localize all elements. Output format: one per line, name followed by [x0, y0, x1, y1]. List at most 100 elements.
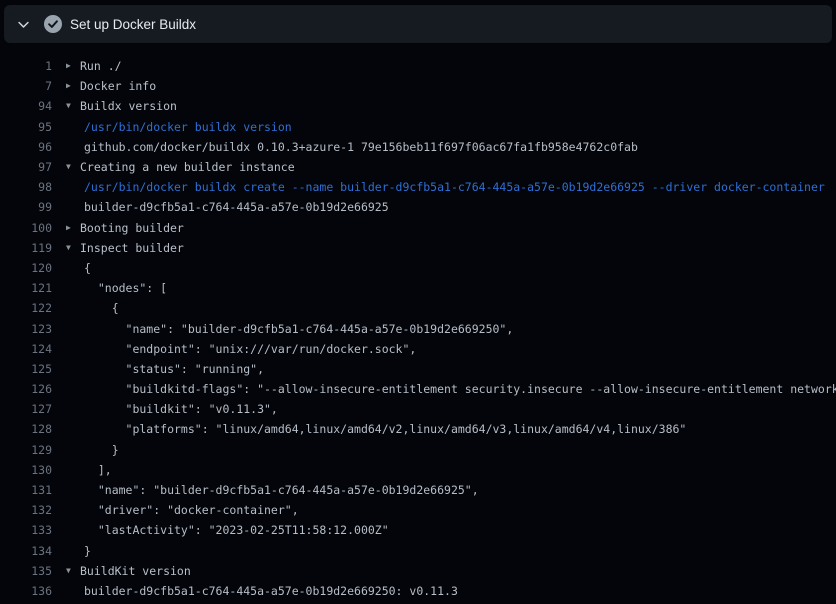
group-title[interactable]: Run ./ [80, 59, 122, 73]
log-line: 95/usr/bin/docker buildx version [0, 117, 836, 137]
line-number-link[interactable]: 95 [0, 120, 52, 134]
line-number-link[interactable]: 134 [0, 544, 52, 558]
log-line-content: "lastActivity": "2023-02-25T11:58:12.000… [52, 523, 836, 537]
group-collapsed-triangle-icon[interactable]: ▶ [66, 224, 80, 232]
group-title[interactable]: Creating a new builder instance [80, 160, 295, 174]
line-number-link[interactable]: 136 [0, 584, 52, 598]
log-line-content: "platforms": "linux/amd64,linux/amd64/v2… [52, 422, 836, 436]
group-title[interactable]: Inspect builder [80, 241, 184, 255]
log-text: "name": "builder-d9cfb5a1-c764-445a-a57e… [84, 483, 479, 497]
line-number-link[interactable]: 123 [0, 322, 52, 336]
log-line: 128 "platforms": "linux/amd64,linux/amd6… [0, 419, 836, 439]
log-line: 94▼Buildx version [0, 96, 836, 116]
line-number-link[interactable]: 97 [0, 160, 52, 174]
line-number-link[interactable]: 119 [0, 241, 52, 255]
line-number-link[interactable]: 124 [0, 342, 52, 356]
group-title[interactable]: Docker info [80, 79, 156, 93]
log-text: /usr/bin/docker buildx version [84, 120, 292, 134]
line-number-link[interactable]: 96 [0, 140, 52, 154]
log-line: 134} [0, 541, 836, 561]
log-text: "platforms": "linux/amd64,linux/amd64/v2… [84, 422, 686, 436]
line-number-link[interactable]: 1 [0, 59, 52, 73]
group-collapsed-triangle-icon[interactable]: ▶ [66, 62, 80, 70]
chevron-down-icon[interactable] [17, 18, 30, 31]
step-header[interactable]: Set up Docker Buildx [4, 5, 832, 43]
log-line: 7▶Docker info [0, 76, 836, 96]
line-number-link[interactable]: 133 [0, 523, 52, 537]
log-line-content: { [52, 261, 836, 275]
group-title[interactable]: Booting builder [80, 221, 184, 235]
log-line: 133 "lastActivity": "2023-02-25T11:58:12… [0, 520, 836, 540]
step-title: Set up Docker Buildx [70, 17, 196, 32]
line-number-link[interactable]: 130 [0, 463, 52, 477]
log-line-content: ▼Buildx version [52, 99, 836, 113]
log-line-content: } [52, 443, 836, 457]
line-number-link[interactable]: 120 [0, 261, 52, 275]
log-text: "buildkitd-flags": "--allow-insecure-ent… [84, 382, 836, 396]
log-text: } [84, 544, 91, 558]
log-line-content: "name": "builder-d9cfb5a1-c764-445a-a57e… [52, 322, 836, 336]
log-text: "nodes": [ [84, 281, 167, 295]
log-line-content: "status": "running", [52, 362, 836, 376]
log-line-content: "nodes": [ [52, 281, 836, 295]
line-number-link[interactable]: 131 [0, 483, 52, 497]
log-line-content: ▶Docker info [52, 79, 836, 93]
line-number-link[interactable]: 129 [0, 443, 52, 457]
group-title[interactable]: BuildKit version [80, 564, 191, 578]
line-number-link[interactable]: 7 [0, 79, 52, 93]
log-text: "buildkit": "v0.11.3", [84, 402, 278, 416]
group-title[interactable]: Buildx version [80, 99, 177, 113]
log-line: 125 "status": "running", [0, 359, 836, 379]
log-line: 123 "name": "builder-d9cfb5a1-c764-445a-… [0, 318, 836, 338]
line-number-link[interactable]: 121 [0, 281, 52, 295]
line-number-link[interactable]: 125 [0, 362, 52, 376]
log-text: builder-d9cfb5a1-c764-445a-a57e-0b19d2e6… [84, 584, 458, 598]
log-line-content: "name": "builder-d9cfb5a1-c764-445a-a57e… [52, 483, 836, 497]
line-number-link[interactable]: 128 [0, 422, 52, 436]
log-line-content: builder-d9cfb5a1-c764-445a-a57e-0b19d2e6… [52, 584, 836, 598]
log-line: 135▼BuildKit version [0, 561, 836, 581]
log-line: 97 ▼Creating a new builder instance [0, 157, 836, 177]
line-number-link[interactable]: 135 [0, 564, 52, 578]
line-number-link[interactable]: 98 [0, 180, 52, 194]
log-line: 124 "endpoint": "unix:///var/run/docker.… [0, 339, 836, 359]
log-line-content: { [52, 301, 836, 315]
log-line-content: } [52, 544, 836, 558]
log-line: 127 "buildkit": "v0.11.3", [0, 399, 836, 419]
log-line: 129 } [0, 440, 836, 460]
group-collapsed-triangle-icon[interactable]: ▶ [66, 82, 80, 90]
group-expanded-triangle-icon[interactable]: ▼ [66, 567, 80, 575]
log-line-content: builder-d9cfb5a1-c764-445a-a57e-0b19d2e6… [52, 200, 836, 214]
log-output: 1▶Run ./7▶Docker info94▼Buildx version95… [0, 43, 836, 604]
log-text: github.com/docker/buildx 0.10.3+azure-1 … [84, 140, 638, 154]
log-line-content: "buildkitd-flags": "--allow-insecure-ent… [52, 382, 836, 396]
log-text: "status": "running", [84, 362, 264, 376]
log-line-content: ▼BuildKit version [52, 564, 836, 578]
group-expanded-triangle-icon[interactable]: ▼ [66, 244, 80, 252]
log-line: 122 { [0, 298, 836, 318]
log-line-content: github.com/docker/buildx 0.10.3+azure-1 … [52, 140, 836, 154]
log-line-content: ▶Booting builder [52, 221, 836, 235]
log-line-content: "driver": "docker-container", [52, 503, 836, 517]
log-line: 100▶Booting builder [0, 218, 836, 238]
log-line: 96 github.com/docker/buildx 0.10.3+azure-… [0, 137, 836, 157]
line-number-link[interactable]: 126 [0, 382, 52, 396]
log-line: 99 builder-d9cfb5a1-c764-445a-a57e-0b19d2… [0, 197, 836, 217]
line-number-link[interactable]: 100 [0, 221, 52, 235]
log-line: 132 "driver": "docker-container", [0, 500, 836, 520]
line-number-link[interactable]: 127 [0, 402, 52, 416]
line-number-link[interactable]: 94 [0, 99, 52, 113]
log-text: builder-d9cfb5a1-c764-445a-a57e-0b19d2e6… [84, 200, 389, 214]
log-line: 121 "nodes": [ [0, 278, 836, 298]
line-number-link[interactable]: 122 [0, 301, 52, 315]
log-text: } [84, 443, 119, 457]
line-number-link[interactable]: 132 [0, 503, 52, 517]
log-line: 136 builder-d9cfb5a1-c764-445a-a57e-0b19d… [0, 581, 836, 601]
group-expanded-triangle-icon[interactable]: ▼ [66, 102, 80, 110]
line-number-link[interactable]: 99 [0, 200, 52, 214]
check-circle-icon [44, 15, 62, 33]
log-line-content: "endpoint": "unix:///var/run/docker.sock… [52, 342, 836, 356]
log-line-content: ▶Run ./ [52, 59, 836, 73]
log-line: 98/usr/bin/docker buildx create --name b… [0, 177, 836, 197]
group-expanded-triangle-icon[interactable]: ▼ [66, 163, 80, 171]
